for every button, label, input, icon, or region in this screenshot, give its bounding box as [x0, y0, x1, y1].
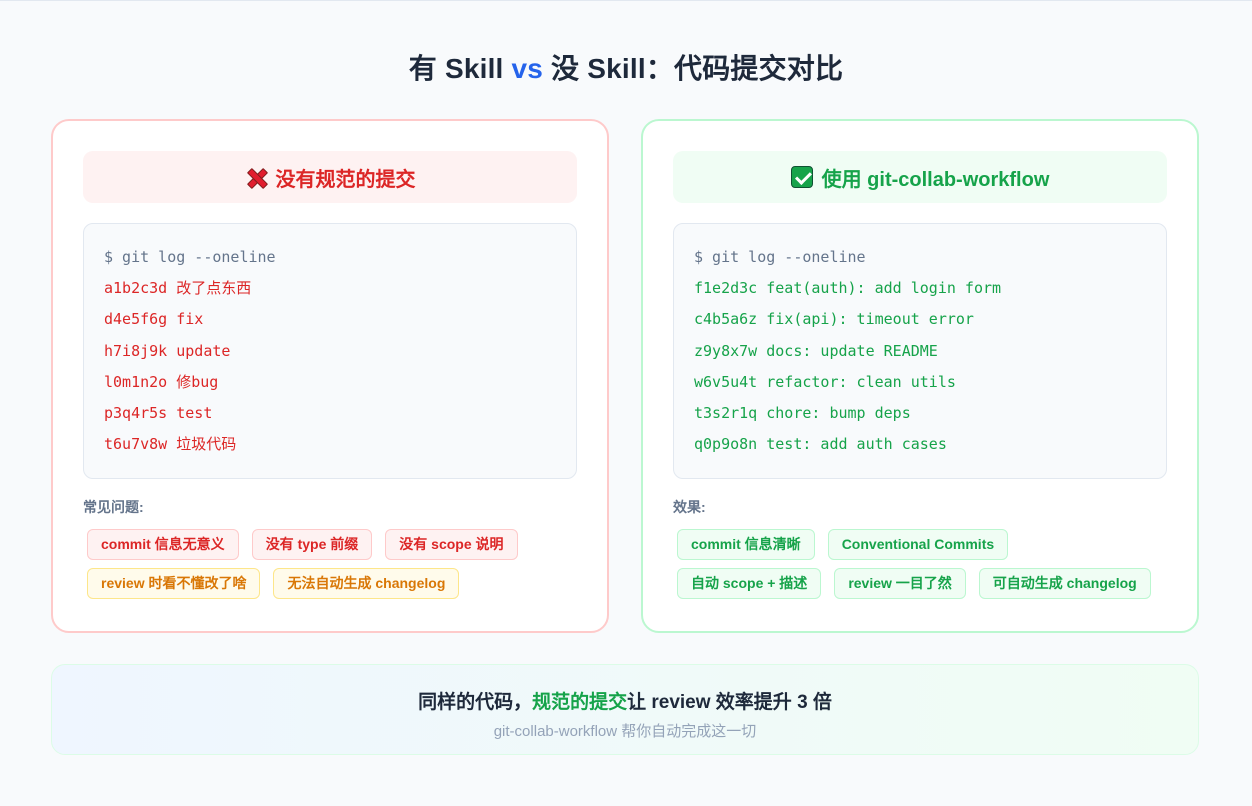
summary-main-highlight: 规范的提交: [532, 692, 628, 713]
check-mark-icon: [790, 166, 813, 188]
commit-line: t3s2r1q chore: bump deps: [694, 403, 911, 422]
commit-line: w6v5u4t refactor: clean utils: [694, 372, 956, 391]
commit-line: h7i8j9k update: [104, 341, 231, 360]
effect-tag: 自动 scope + 描述: [677, 568, 822, 599]
commit-line: t6u7v8w 垃圾代码: [104, 435, 237, 454]
git-log-command: $ git log --oneline: [694, 248, 866, 266]
without-skill-panel: 没有规范的提交 $ git log --oneline a1b2c3d 改了点东…: [51, 119, 609, 633]
effect-tag: 可自动生成 changelog: [978, 568, 1151, 599]
summary-sub: git-collab-workflow 帮你自动完成这一切: [493, 723, 757, 740]
commit-line: f1e2d3c feat(auth): add login form: [694, 279, 1002, 298]
commit-line: z9y8x7w docs: update README: [694, 341, 938, 360]
title-vs: vs: [511, 53, 544, 84]
title-part1: 有 Skill: [408, 53, 512, 84]
effects-label: 效果:: [673, 499, 706, 515]
with-skill-heading: 使用 git-collab-workflow: [673, 151, 1167, 203]
without-skill-git-log: $ git log --oneline a1b2c3d 改了点东西 d4e5f6…: [83, 223, 577, 479]
with-skill-git-log: $ git log --oneline f1e2d3c feat(auth): …: [673, 223, 1167, 479]
summary-main: 同样的代码，规范的提交让 review 效率提升 3 倍: [52, 687, 1198, 714]
issue-tag: 没有 scope 说明: [385, 529, 518, 560]
title-part2: 没 Skill：代码提交对比: [543, 53, 844, 84]
effect-tag: Conventional Commits: [827, 529, 1009, 560]
without-skill-heading: 没有规范的提交: [83, 151, 577, 203]
page-title: 有 Skill vs 没 Skill：代码提交对比: [0, 47, 1252, 87]
git-log-command: $ git log --oneline: [104, 248, 276, 266]
cross-mark-icon: [245, 166, 267, 188]
effect-tag: commit 信息清晰: [677, 529, 815, 560]
commit-line: c4b5a6z fix(api): timeout error: [694, 310, 974, 329]
without-skill-heading-text: 没有规范的提交: [275, 168, 416, 191]
with-skill-panel: 使用 git-collab-workflow $ git log --oneli…: [641, 119, 1199, 633]
issue-tag: commit 信息无意义: [87, 529, 239, 560]
issue-tag: 无法自动生成 changelog: [273, 568, 460, 599]
effect-tag: review 一目了然: [834, 568, 966, 599]
issues-tags: commit 信息无意义 没有 type 前缀 没有 scope 说明 revi…: [87, 529, 587, 607]
commit-line: d4e5f6g fix: [104, 310, 204, 329]
summary-main-post: 让 review 效率提升 3 倍: [627, 692, 832, 713]
issue-tag: review 时看不懂改了啥: [87, 568, 261, 599]
effects-tags: commit 信息清晰 Conventional Commits 自动 scop…: [677, 529, 1177, 607]
issues-label: 常见问题:: [83, 499, 144, 515]
commit-line: a1b2c3d 改了点东西: [104, 279, 252, 298]
issue-tag: 没有 type 前缀: [251, 529, 373, 560]
commit-line: p3q4r5s test: [104, 403, 213, 422]
summary-main-pre: 同样的代码，: [418, 692, 533, 713]
summary-banner: 同样的代码，规范的提交让 review 效率提升 3 倍 git-collab-…: [51, 664, 1199, 755]
with-skill-heading-text: 使用 git-collab-workflow: [821, 168, 1050, 191]
commit-line: q0p9o8n test: add auth cases: [694, 435, 947, 454]
commit-line: l0m1n2o 修bug: [104, 372, 219, 391]
